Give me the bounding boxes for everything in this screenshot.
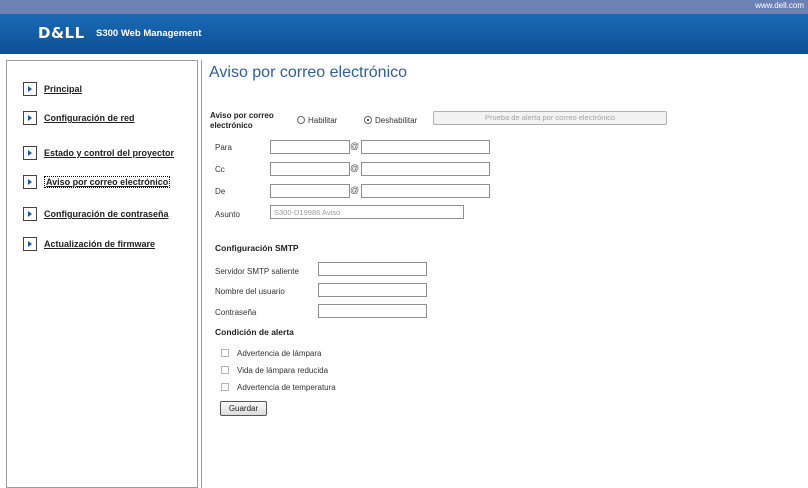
smtp-user-input[interactable] [318,283,427,297]
sidebar-item-label: Configuración de contraseña [44,209,169,219]
save-button[interactable]: Guardar [220,401,267,416]
sidebar-item-label: Estado y control del proyector [44,148,175,158]
smtp-heading: Configuración SMTP [215,243,299,253]
from-label: De [215,187,226,196]
sidebar-item-firmware-update[interactable]: Actualización de firmware [23,236,155,252]
to-domain-input[interactable] [361,140,490,154]
sidebar-item-label: Actualización de firmware [44,239,156,249]
lamp-life-label: Vida de lámpara reducida [237,366,329,375]
cc-domain-input[interactable] [361,162,490,176]
smtp-server-label: Servidor SMTP saliente [215,267,299,276]
sidebar-item-network-config[interactable]: Configuración de red [23,110,135,126]
sidebar-item-password-config[interactable]: Configuración de contraseña [23,206,169,222]
subject-label: Asunto [215,210,240,219]
sidebar-item-principal[interactable]: Principal [23,81,82,97]
disable-label[interactable]: Deshabilitar [375,116,417,125]
to-user-input[interactable] [270,140,350,154]
at-symbol: @ [350,163,360,173]
dell-url-link[interactable]: www.dell.com [755,1,804,10]
sidebar-item-label: Aviso por correo electrónico [44,176,171,188]
arrow-right-icon [23,175,37,189]
smtp-server-input[interactable] [318,262,427,276]
top-strip: www.dell.com [0,0,808,14]
smtp-password-label: Contraseña [215,308,257,317]
arrow-right-icon [23,237,37,251]
sidebar-item-projector-status[interactable]: Estado y control del proyector [23,145,174,161]
alert-label-line1: Aviso por correo [210,111,274,120]
enable-label[interactable]: Habilitar [308,116,337,125]
alert-label-line2: electrónico [210,121,253,130]
to-label: Para [215,143,232,152]
arrow-right-icon [23,146,37,160]
cc-user-input[interactable] [270,162,350,176]
cc-label: Cc [215,165,225,174]
sidebar-item-label: Principal [44,84,83,94]
sidebar-nav: Principal Configuración de red Estado y … [6,60,198,488]
lamp-life-checkbox[interactable] [221,366,229,374]
at-symbol: @ [350,141,360,151]
lamp-warning-checkbox[interactable] [221,349,229,357]
disable-radio[interactable] [364,116,372,124]
dell-logo: D&LL [38,24,85,42]
at-symbol: @ [350,185,360,195]
content-divider [201,60,202,488]
sidebar-item-label: Configuración de red [44,113,135,123]
smtp-user-label: Nombre del usuario [215,287,285,296]
test-alert-button[interactable]: Prueba de alerta por correo electrónico [433,111,667,125]
sidebar-item-email-alert[interactable]: Aviso por correo electrónico [23,174,171,190]
subject-input[interactable]: S300-D19986 Aviso [270,205,464,219]
header-banner: D&LL S300 Web Management [0,14,808,54]
temperature-warning-label: Advertencia de temperatura [237,383,336,392]
arrow-right-icon [23,82,37,96]
from-domain-input[interactable] [361,184,490,198]
lamp-warning-label: Advertencia de lámpara [237,349,322,358]
smtp-password-input[interactable] [318,304,427,318]
page-title: Aviso por correo electrónico [209,64,408,81]
enable-radio[interactable] [297,116,305,124]
arrow-right-icon [23,207,37,221]
temperature-warning-checkbox[interactable] [221,383,229,391]
arrow-right-icon [23,111,37,125]
product-title: S300 Web Management [96,28,202,39]
from-user-input[interactable] [270,184,350,198]
conditions-heading: Condición de alerta [215,327,294,337]
